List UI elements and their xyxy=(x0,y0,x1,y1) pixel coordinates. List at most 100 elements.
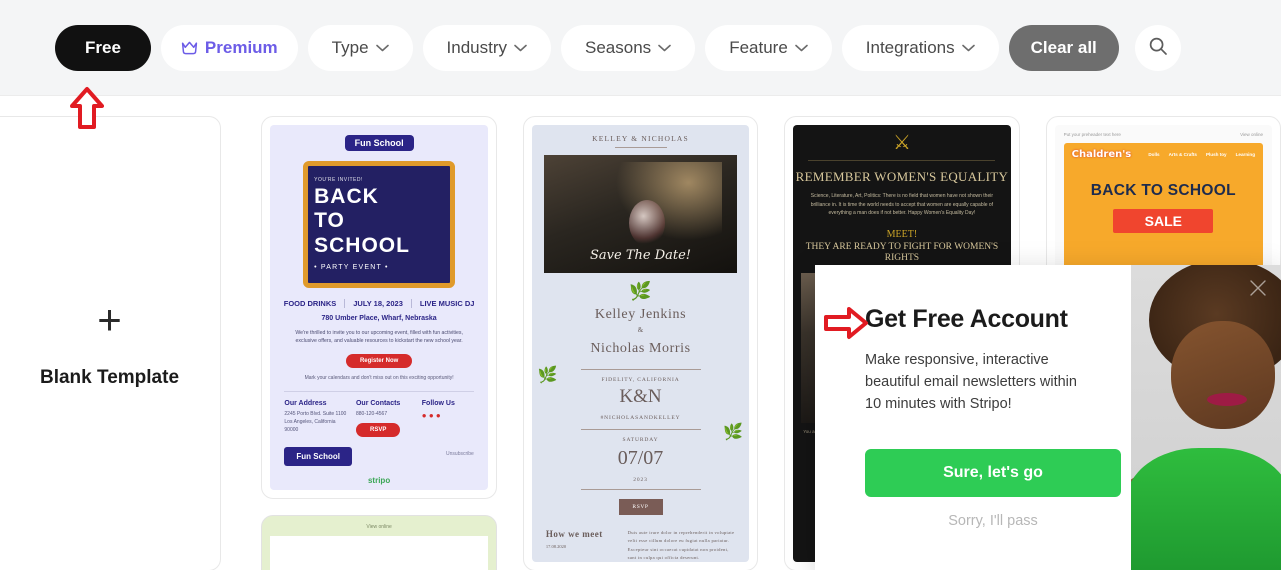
divider xyxy=(580,489,701,490)
chevron-down-icon xyxy=(375,44,389,52)
red-right-arrow xyxy=(823,305,869,341)
footer-address-text: 2245 Porto Blvd. Suite 1100 Los Angeles,… xyxy=(284,411,347,434)
social-icons: ● ● ● xyxy=(421,411,441,421)
chevron-down-icon xyxy=(658,44,671,52)
filter-chip-seasons[interactable]: Seasons xyxy=(561,24,696,71)
template-card-wedding[interactable]: KELLEY & NICHOLAS Save The Date! 🌿 Kelle… xyxy=(522,116,759,570)
preheader-right: View online xyxy=(1240,132,1264,137)
equality-meet-block: MEET! THEY ARE READY TO FIGHT FOR WOMEN'… xyxy=(793,229,1010,266)
sprig-icon-right: 🌿 xyxy=(723,424,744,442)
rsvp-button: RSVP xyxy=(355,423,401,438)
template-card-partial-green[interactable]: View online ○ ○ xyxy=(261,515,497,570)
event-address: 780 Umber Place, Wharf, Nebraska xyxy=(321,315,437,323)
chevron-down-icon xyxy=(514,44,527,52)
nav-link-plush: Plush toy xyxy=(1205,152,1227,157)
filter-chip-industry[interactable]: Industry xyxy=(422,24,552,71)
modal-image xyxy=(1131,265,1281,570)
view-online-label: View online xyxy=(366,524,392,530)
wedding-amp: & xyxy=(637,326,644,334)
filter-chip-seasons-label: Seasons xyxy=(585,37,652,57)
footer-address-head: Our Address xyxy=(284,400,327,408)
crown-icon xyxy=(181,41,198,55)
template-card-back-to-school-party[interactable]: Fun School YOU'RE INVITED! BACK TO SCHOO… xyxy=(261,116,497,499)
search-button[interactable] xyxy=(1134,24,1181,71)
how-we-meet-date: 17.08.2020 xyxy=(545,544,567,549)
grid-column-1: + Blank Template xyxy=(0,116,235,570)
equality-meet-label: MEET! xyxy=(886,228,918,240)
nav-link-arts: Arts & Crafts xyxy=(1168,152,1197,157)
filter-chip-free[interactable]: Free xyxy=(55,24,151,71)
plus-icon: + xyxy=(97,295,122,343)
clear-all-label: Clear all xyxy=(1030,37,1097,57)
chevron-down-icon xyxy=(794,44,808,52)
hero-line-3: SCHOOL xyxy=(314,233,410,257)
event-info-music: LIVE MUSIC DJ xyxy=(419,299,475,309)
sure-lets-go-button[interactable]: Sure, let's go xyxy=(865,449,1121,498)
wedding-date: 07/07 xyxy=(617,447,664,469)
sale-logo: Chaldren's xyxy=(1071,149,1132,160)
filter-chip-integrations[interactable]: Integrations xyxy=(841,24,999,71)
sprig-icon-left: 🌿 xyxy=(537,367,558,385)
divider xyxy=(580,369,701,370)
wedding-name-1: Kelley Jenkins xyxy=(594,307,687,322)
preheader-row: Put your preheader text here View online xyxy=(1055,125,1272,143)
sorry-ill-pass-button[interactable]: Sorry, I'll pass xyxy=(865,513,1121,529)
filter-chip-type-label: Type xyxy=(331,37,369,57)
template-preview: Fun School YOU'RE INVITED! BACK TO SCHOO… xyxy=(270,125,488,490)
how-we-meet-title: How we meet xyxy=(545,529,603,539)
search-icon xyxy=(1148,36,1168,59)
blank-template-card[interactable]: + Blank Template xyxy=(0,116,221,570)
clear-all-button[interactable]: Clear all xyxy=(1008,24,1119,71)
close-icon[interactable] xyxy=(1247,277,1269,299)
partial-preview: ○ ○ xyxy=(270,536,488,570)
chevron-down-icon xyxy=(961,44,975,52)
hero-subtitle: • PARTY EVENT • xyxy=(314,264,389,272)
equality-ready-text: THEY ARE READY TO FIGHT FOR WOMEN'S RIGH… xyxy=(805,241,999,264)
save-the-date-text: Save The Date! xyxy=(590,248,692,263)
filter-chip-industry-label: Industry xyxy=(446,37,508,57)
nav-link-learning: Learning xyxy=(1235,152,1256,157)
divider xyxy=(580,429,701,430)
wedding-header: KELLEY & NICHOLAS xyxy=(592,134,689,143)
wedding-name-2: Nicholas Morris xyxy=(590,341,691,356)
red-up-arrow xyxy=(70,86,104,130)
footer-follow-head: Follow Us xyxy=(421,400,455,408)
register-now-button: Register Now xyxy=(345,353,413,368)
footer-columns: Our Address 2245 Porto Blvd. Suite 1100 … xyxy=(270,392,487,438)
how-we-meet-text: Duis aute irure dolor in reprehenderit i… xyxy=(627,530,735,560)
equality-body: Science, Literature, Art, Politics: Ther… xyxy=(810,193,994,216)
modal-title: Get Free Account xyxy=(865,305,1068,333)
filter-chip-free-label: Free xyxy=(85,37,121,57)
event-info-row: FOOD DRINKS JULY 18, 2023 LIVE MUSIC DJ xyxy=(270,299,487,309)
sale-badge: SALE xyxy=(1113,209,1214,233)
divider xyxy=(808,160,996,161)
preheader-left: Put your preheader text here xyxy=(1063,132,1121,137)
get-free-account-modal: Get Free Account Make responsive, intera… xyxy=(815,265,1281,570)
filter-chip-integrations-label: Integrations xyxy=(865,37,955,57)
filter-chip-feature[interactable]: Feature xyxy=(705,24,832,71)
floral-icon: 🌿 xyxy=(629,281,652,301)
wedding-site: #NICHOLASANDKELLEY xyxy=(600,415,681,421)
templates-gallery-page: Free Premium Type Industry Seasons Featu… xyxy=(0,0,1281,570)
hero-invited: YOU'RE INVITED! xyxy=(314,177,363,183)
wedding-hero-photo: Save The Date! xyxy=(543,155,738,273)
template-hero-board: YOU'RE INVITED! BACK TO SCHOOL • PARTY E… xyxy=(303,161,456,289)
wedding-location: FIDELITY, CALIFORNIA xyxy=(601,377,680,383)
filter-chip-type[interactable]: Type xyxy=(307,24,413,71)
blank-template-label: Blank Template xyxy=(39,366,180,388)
hero-line-2: TO xyxy=(314,209,345,233)
event-info-date: JULY 18, 2023 xyxy=(353,299,412,309)
grid-column-2: Fun School YOU'RE INVITED! BACK TO SCHOO… xyxy=(261,116,497,570)
event-info-food: FOOD DRINKS xyxy=(284,299,346,309)
filter-chip-feature-label: Feature xyxy=(729,37,788,57)
hero-line-1: BACK xyxy=(314,185,379,208)
filter-bar: Free Premium Type Industry Seasons Featu… xyxy=(0,0,1281,96)
sale-nav: Chaldren's Dolls Arts & Crafts Plush toy… xyxy=(1064,143,1263,160)
wedding-year: 2023 xyxy=(633,477,648,483)
footer-contacts-text: 880-120-4567 xyxy=(355,411,388,418)
wedding-monogram: K&N xyxy=(619,386,662,407)
template-badge: Fun School xyxy=(344,135,414,151)
footer-contacts-head: Our Contacts xyxy=(355,400,401,408)
wedding-rsvp-button: RSVP xyxy=(618,499,663,515)
filter-chip-premium[interactable]: Premium xyxy=(160,24,298,71)
